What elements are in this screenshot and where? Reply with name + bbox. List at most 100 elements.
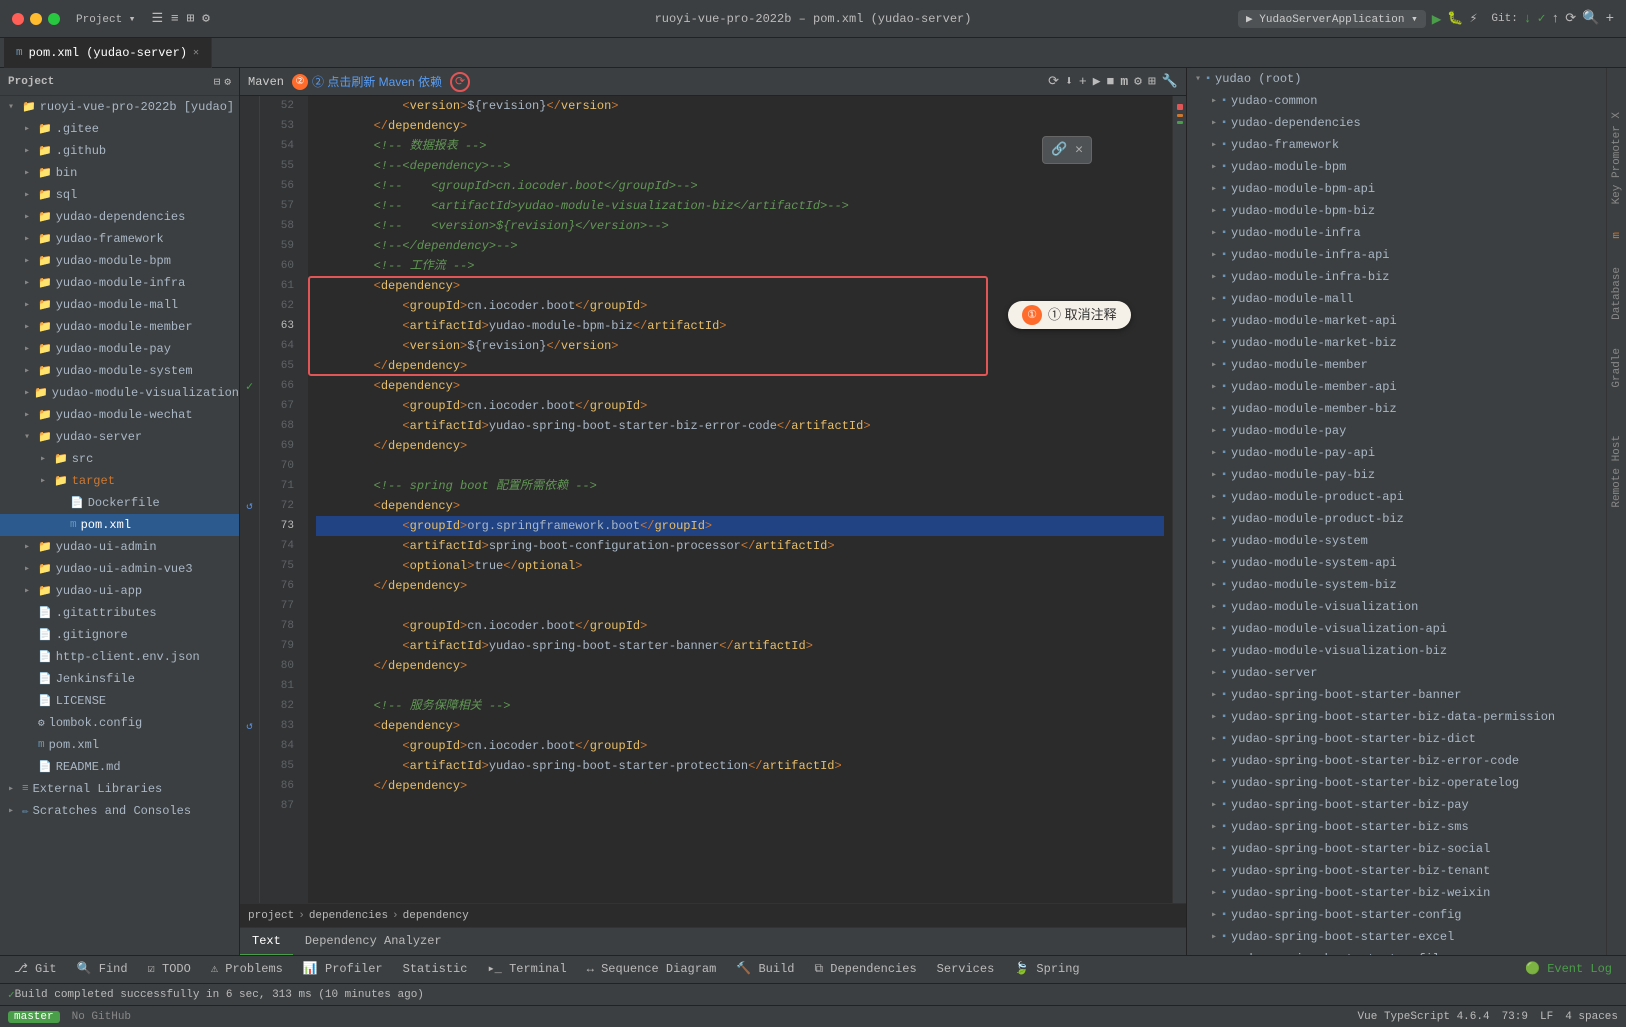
- maven-item-bpm-biz[interactable]: ▸ ▪ yudao-module-bpm-biz: [1187, 200, 1606, 222]
- maven-expand-icon[interactable]: ⊞: [1148, 74, 1156, 89]
- tool-terminal[interactable]: ▸_ Terminal: [477, 956, 576, 984]
- maven-item-pay[interactable]: ▸ ▪ yudao-module-pay: [1187, 420, 1606, 442]
- git-commit[interactable]: ✓: [1538, 11, 1546, 26]
- maven-item-file[interactable]: ▸ ▪ yudao-spring-boot-starter-file: [1187, 948, 1606, 955]
- tree-item-server[interactable]: ▾ 📁 yudao-server: [0, 426, 239, 448]
- tree-item-gitattributes[interactable]: ▸ 📄 .gitattributes: [0, 602, 239, 624]
- tree-item-license[interactable]: ▸ 📄 LICENSE: [0, 690, 239, 712]
- maven-item-server[interactable]: ▸ ▪ yudao-server: [1187, 662, 1606, 684]
- tool-profiler[interactable]: 📊 Profiler: [293, 956, 393, 984]
- run-config-dropdown[interactable]: ▶ YudaoServerApplication ▾: [1238, 10, 1426, 28]
- maven-item-bpm-api[interactable]: ▸ ▪ yudao-module-bpm-api: [1187, 178, 1606, 200]
- tree-item-pom-selected[interactable]: ▸ m pom.xml: [0, 514, 239, 536]
- tree-item-external-libs[interactable]: ▸ ≡ External Libraries: [0, 778, 239, 800]
- tree-item-ui-admin[interactable]: ▸ 📁 yudao-ui-admin: [0, 536, 239, 558]
- maven-item-market-api[interactable]: ▸ ▪ yudao-module-market-api: [1187, 310, 1606, 332]
- tree-item-wechat[interactable]: ▸ 📁 yudao-module-wechat: [0, 404, 239, 426]
- settings-icon[interactable]: ⚙: [224, 75, 231, 89]
- maven-item-infra-biz[interactable]: ▸ ▪ yudao-module-infra-biz: [1187, 266, 1606, 288]
- maven-stop-icon[interactable]: ■: [1107, 74, 1115, 89]
- tree-item-gitignore[interactable]: ▸ 📄 .gitignore: [0, 624, 239, 646]
- tree-item-dockerfile[interactable]: ▸ 📄 Dockerfile: [0, 492, 239, 514]
- maven-item-viz[interactable]: ▸ ▪ yudao-module-visualization: [1187, 596, 1606, 618]
- maven-item-system-api[interactable]: ▸ ▪ yudao-module-system-api: [1187, 552, 1606, 574]
- maven-item-config[interactable]: ▸ ▪ yudao-spring-boot-starter-config: [1187, 904, 1606, 926]
- popup-close-icon[interactable]: ✕: [1075, 140, 1083, 160]
- maven-item-product-api[interactable]: ▸ ▪ yudao-module-product-api: [1187, 486, 1606, 508]
- spaces-status[interactable]: 4 spaces: [1565, 1011, 1618, 1023]
- collapse-all-icon[interactable]: ⊟: [214, 75, 221, 89]
- maven-item-system[interactable]: ▸ ▪ yudao-module-system: [1187, 530, 1606, 552]
- tool-todo[interactable]: ☑ TODO: [138, 956, 201, 984]
- tree-item-visualization[interactable]: ▸ 📁 yudao-module-visualization: [0, 382, 239, 404]
- maven-item-product-biz[interactable]: ▸ ▪ yudao-module-product-biz: [1187, 508, 1606, 530]
- code-lines[interactable]: ① ① 取消注释 🔗 ✕ <version>${revision}</versi…: [308, 96, 1172, 903]
- git-push[interactable]: ↑: [1551, 11, 1559, 26]
- tree-item-member[interactable]: ▸ 📁 yudao-module-member: [0, 316, 239, 338]
- maven-item-biz-operate[interactable]: ▸ ▪ yudao-spring-boot-starter-biz-operat…: [1187, 772, 1606, 794]
- tree-item-framework[interactable]: ▸ 📁 yudao-framework: [0, 228, 239, 250]
- tree-item-system[interactable]: ▸ 📁 yudao-module-system: [0, 360, 239, 382]
- tree-item-readme[interactable]: ▸ 📄 README.md: [0, 756, 239, 778]
- tab-text[interactable]: Text: [240, 928, 293, 956]
- tool-services[interactable]: Services: [927, 956, 1005, 984]
- coverage-button[interactable]: ⚡: [1470, 11, 1478, 26]
- maven-item-biz-pay[interactable]: ▸ ▪ yudao-spring-boot-starter-biz-pay: [1187, 794, 1606, 816]
- tree-item-scratches[interactable]: ▸ ✏ Scratches and Consoles: [0, 800, 239, 822]
- maven-reload-icon[interactable]: ⟳: [1048, 74, 1059, 89]
- tool-find[interactable]: 🔍 Find: [67, 956, 138, 984]
- breadcrumb-dependency[interactable]: dependency: [403, 910, 469, 922]
- tab-dependency-analyzer[interactable]: Dependency Analyzer: [293, 928, 454, 956]
- maven-wrench-icon[interactable]: 🔧: [1162, 74, 1178, 89]
- breadcrumb-dependencies[interactable]: dependencies: [309, 910, 388, 922]
- maven-item-pay-biz[interactable]: ▸ ▪ yudao-module-pay-biz: [1187, 464, 1606, 486]
- tree-item-ui-app[interactable]: ▸ 📁 yudao-ui-app: [0, 580, 239, 602]
- maven-item-bpm[interactable]: ▸ ▪ yudao-module-bpm: [1187, 156, 1606, 178]
- maven-side-label[interactable]: m: [1609, 228, 1625, 243]
- maven-item-root[interactable]: ▾ ▪ yudao (root): [1187, 68, 1606, 90]
- tool-sequence[interactable]: ↔ Sequence Diagram: [577, 956, 727, 984]
- maven-item-viz-api[interactable]: ▸ ▪ yudao-module-visualization-api: [1187, 618, 1606, 640]
- breadcrumb-project[interactable]: project: [248, 910, 294, 922]
- tree-item-pom-root[interactable]: ▸ m pom.xml: [0, 734, 239, 756]
- maven-refresh-callout[interactable]: ② ② 点击刷新 Maven 依赖: [292, 73, 442, 90]
- tree-item-bpm[interactable]: ▸ 📁 yudao-module-bpm: [0, 250, 239, 272]
- tree-item-http-client[interactable]: ▸ 📄 http-client.env.json: [0, 646, 239, 668]
- history-button[interactable]: ⟳: [1565, 11, 1576, 26]
- maven-item-biz-tenant[interactable]: ▸ ▪ yudao-spring-boot-starter-biz-tenant: [1187, 860, 1606, 882]
- close-button[interactable]: [12, 13, 24, 25]
- maven-item-member-api[interactable]: ▸ ▪ yudao-module-member-api: [1187, 376, 1606, 398]
- window-controls[interactable]: [12, 13, 60, 25]
- maven-item-biz-weixin[interactable]: ▸ ▪ yudao-spring-boot-starter-biz-weixin: [1187, 882, 1606, 904]
- tree-root[interactable]: ▾ 📁 ruoyi-vue-pro-2022b [yudao]: [0, 96, 239, 118]
- tool-git[interactable]: ⎇ Git: [4, 956, 67, 984]
- popup-link-icon[interactable]: 🔗: [1051, 140, 1067, 160]
- sidebar-toolbar[interactable]: ⊟ ⚙: [214, 75, 231, 89]
- maven-item-biz-social[interactable]: ▸ ▪ yudao-spring-boot-starter-biz-social: [1187, 838, 1606, 860]
- maven-item-excel[interactable]: ▸ ▪ yudao-spring-boot-starter-excel: [1187, 926, 1606, 948]
- tree-item-gitee[interactable]: ▸ 📁 .gitee: [0, 118, 239, 140]
- tree-item-pay[interactable]: ▸ 📁 yudao-module-pay: [0, 338, 239, 360]
- tree-item-dependencies[interactable]: ▸ 📁 yudao-dependencies: [0, 206, 239, 228]
- tool-problems[interactable]: ⚠ Problems: [201, 956, 293, 984]
- tree-item-target[interactable]: ▸ 📁 target: [0, 470, 239, 492]
- debug-button[interactable]: 🐛: [1447, 11, 1463, 26]
- maven-sync-icon[interactable]: ⟳: [450, 72, 470, 92]
- maven-item-infra[interactable]: ▸ ▪ yudao-module-infra: [1187, 222, 1606, 244]
- maven-item-banner[interactable]: ▸ ▪ yudao-spring-boot-starter-banner: [1187, 684, 1606, 706]
- maven-item-biz-dict[interactable]: ▸ ▪ yudao-spring-boot-starter-biz-dict: [1187, 728, 1606, 750]
- maven-item-infra-api[interactable]: ▸ ▪ yudao-module-infra-api: [1187, 244, 1606, 266]
- gradle-side-label[interactable]: Gradle: [1609, 344, 1625, 392]
- maven-item-deps[interactable]: ▸ ▪ yudao-dependencies: [1187, 112, 1606, 134]
- maven-download-icon[interactable]: ⬇: [1065, 74, 1073, 89]
- settings-button[interactable]: +: [1606, 11, 1614, 27]
- maven-add-icon[interactable]: +: [1079, 74, 1087, 89]
- database-side-label[interactable]: Database: [1609, 263, 1625, 324]
- tree-item-sql[interactable]: ▸ 📁 sql: [0, 184, 239, 206]
- tree-item-mall[interactable]: ▸ 📁 yudao-module-mall: [0, 294, 239, 316]
- maven-item-market-biz[interactable]: ▸ ▪ yudao-module-market-biz: [1187, 332, 1606, 354]
- tool-build[interactable]: 🔨 Build: [726, 956, 804, 984]
- tool-event-log[interactable]: 🟢 Event Log: [1515, 956, 1622, 984]
- maven-item-biz-sms[interactable]: ▸ ▪ yudao-spring-boot-starter-biz-sms: [1187, 816, 1606, 838]
- maven-refresh-link[interactable]: ② 点击刷新 Maven 依赖: [312, 73, 442, 90]
